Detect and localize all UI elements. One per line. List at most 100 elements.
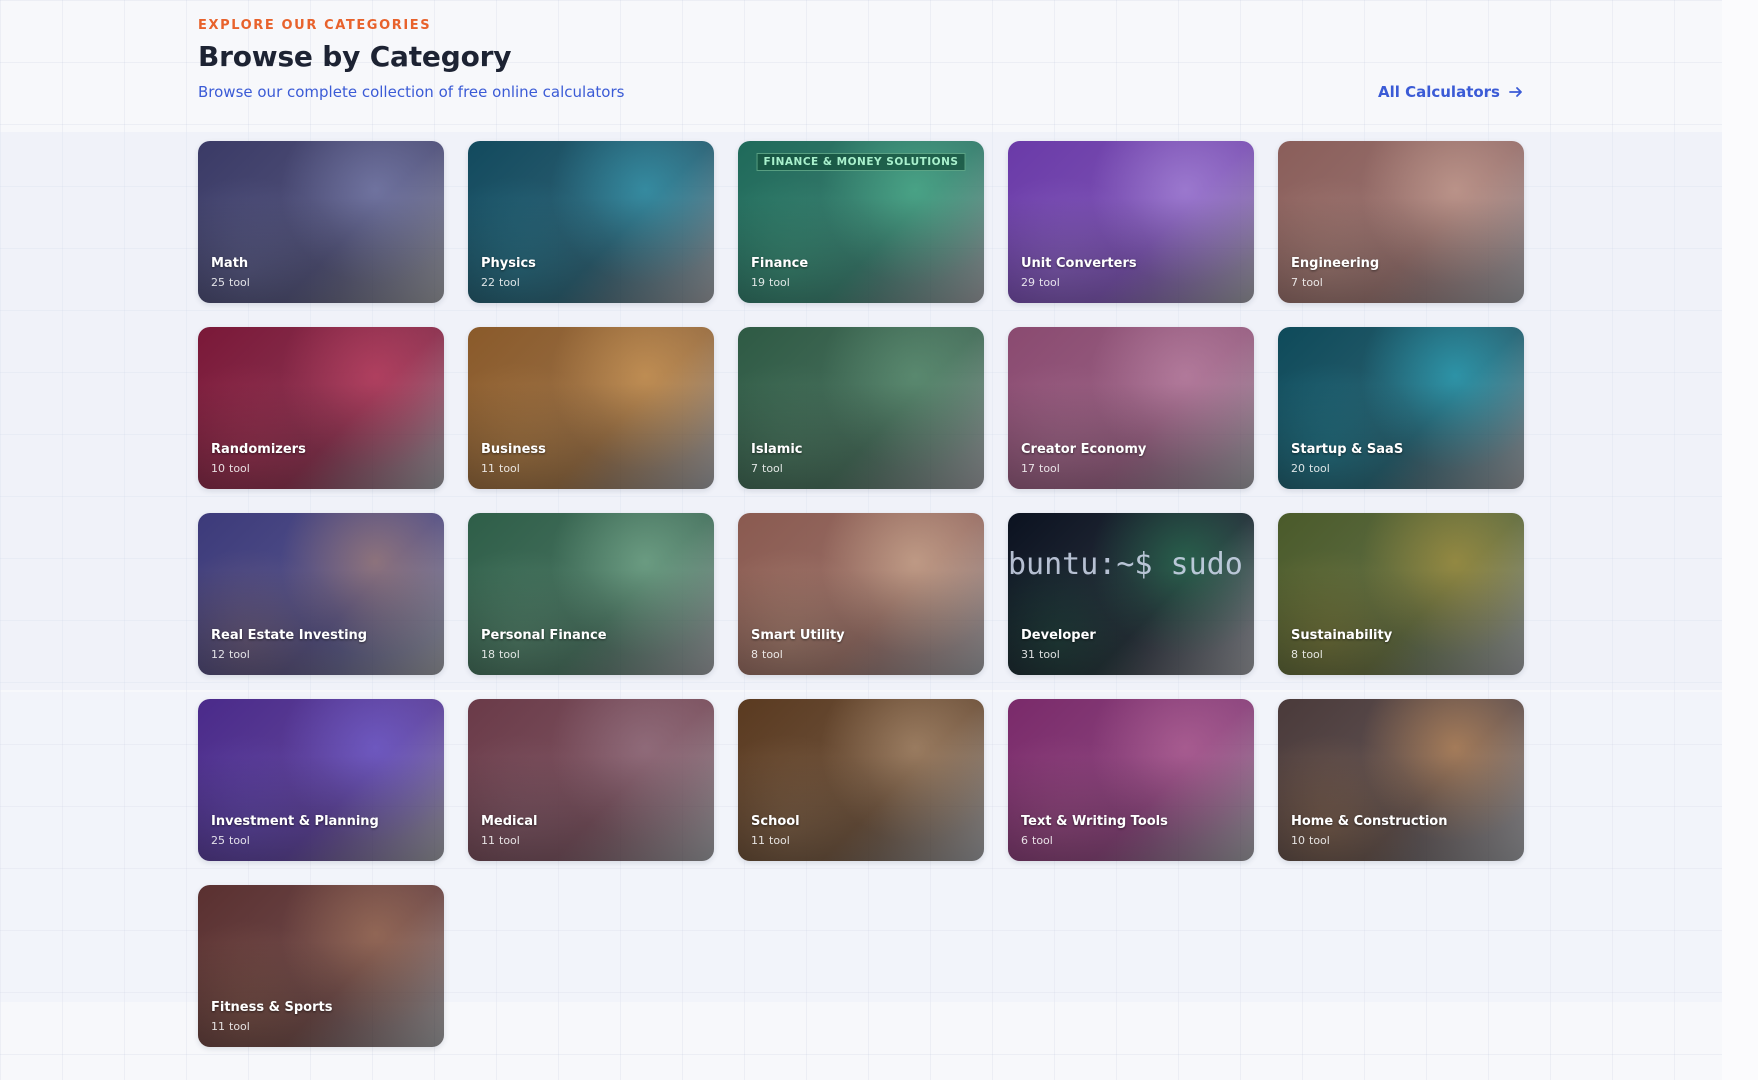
category-card-physics[interactable]: Physics 22 tool <box>468 141 714 303</box>
category-count: 7 tool <box>751 462 783 475</box>
tool-count-unit: tool <box>769 834 790 847</box>
category-name: Creator Economy <box>1021 442 1147 457</box>
tool-count-unit: tool <box>1039 462 1060 475</box>
category-card-sustainability[interactable]: Sustainability 8 tool <box>1278 513 1524 675</box>
category-card-personal-finance[interactable]: Personal Finance 18 tool <box>468 513 714 675</box>
category-name: Randomizers <box>211 442 306 457</box>
category-card-investment-planning[interactable]: Investment & Planning 25 tool <box>198 699 444 861</box>
tool-count-unit: tool <box>229 648 250 661</box>
category-name: Real Estate Investing <box>211 628 368 643</box>
tool-count-unit: tool <box>762 648 783 661</box>
tool-count-unit: tool <box>499 462 520 475</box>
tool-count-unit: tool <box>762 462 783 475</box>
tool-count-unit: tool <box>229 1020 250 1033</box>
category-name: Business <box>481 442 546 457</box>
category-name: Startup & SaaS <box>1291 442 1404 457</box>
arrow-right-icon <box>1509 87 1522 97</box>
tool-count-number: 18 <box>481 648 495 661</box>
tool-count-unit: tool <box>1302 648 1323 661</box>
category-card-real-estate-investing[interactable]: Real Estate Investing 12 tool <box>198 513 444 675</box>
tool-count-number: 20 <box>1291 462 1305 475</box>
category-card-islamic[interactable]: Islamic 7 tool <box>738 327 984 489</box>
category-name: Text & Writing Tools <box>1021 814 1168 829</box>
category-name: Developer <box>1021 628 1096 643</box>
tool-count-unit: tool <box>499 276 520 289</box>
category-name: Personal Finance <box>481 628 607 643</box>
category-card-business[interactable]: Business 11 tool <box>468 327 714 489</box>
category-count: 8 tool <box>1291 648 1323 661</box>
tool-count-number: 8 <box>751 648 758 661</box>
category-card-school[interactable]: School 11 tool <box>738 699 984 861</box>
category-name: Physics <box>481 256 536 271</box>
tool-count-number: 12 <box>211 648 225 661</box>
all-calculators-label: All Calculators <box>1377 83 1500 101</box>
tool-count-number: 10 <box>1291 834 1305 847</box>
category-count: 11 tool <box>481 462 520 475</box>
tool-count-number: 11 <box>481 462 495 475</box>
page-edge <box>1722 0 1758 1080</box>
category-card-finance[interactable]: FINANCE & MONEY SOLUTIONS Finance 19 too… <box>738 141 984 303</box>
category-name: Fitness & Sports <box>211 1000 333 1015</box>
category-count: 31 tool <box>1021 648 1060 661</box>
category-count: 25 tool <box>211 834 250 847</box>
category-name: Engineering <box>1291 256 1380 271</box>
category-count: 7 tool <box>1291 276 1323 289</box>
category-card-math[interactable]: Math 25 tool <box>198 141 444 303</box>
category-card-startup-saas[interactable]: Startup & SaaS 20 tool <box>1278 327 1524 489</box>
tool-count-number: 11 <box>481 834 495 847</box>
category-count: 19 tool <box>751 276 790 289</box>
tool-count-number: 6 <box>1021 834 1028 847</box>
category-card-creator-economy[interactable]: Creator Economy 17 tool <box>1008 327 1254 489</box>
tool-count-number: 22 <box>481 276 495 289</box>
tool-count-number: 7 <box>1291 276 1298 289</box>
category-name: Finance <box>751 256 809 271</box>
category-count: 10 tool <box>211 462 250 475</box>
category-count: 8 tool <box>751 648 783 661</box>
category-count: 18 tool <box>481 648 520 661</box>
tool-count-number: 7 <box>751 462 758 475</box>
section-title: Browse by Category <box>198 40 512 73</box>
category-name: Sustainability <box>1291 628 1393 643</box>
category-name: Math <box>211 256 249 271</box>
category-card-text-writing-tools[interactable]: Text & Writing Tools 6 tool <box>1008 699 1254 861</box>
category-card-smart-utility[interactable]: Smart Utility 8 tool <box>738 513 984 675</box>
category-name: Unit Converters <box>1021 256 1137 271</box>
category-count: 10 tool <box>1291 834 1330 847</box>
tool-count-number: 11 <box>211 1020 225 1033</box>
category-card-engineering[interactable]: Engineering 7 tool <box>1278 141 1524 303</box>
category-card-home-construction[interactable]: Home & Construction 10 tool <box>1278 699 1524 861</box>
section-subtitle: Browse our complete collection of free o… <box>198 83 625 101</box>
category-count: 11 tool <box>481 834 520 847</box>
category-count: 12 tool <box>211 648 250 661</box>
all-calculators-link[interactable]: All Calculators <box>1378 83 1524 101</box>
tool-count-unit: tool <box>499 834 520 847</box>
tool-count-number: 29 <box>1021 276 1035 289</box>
tool-count-unit: tool <box>499 648 520 661</box>
category-count: 6 tool <box>1021 834 1053 847</box>
tool-count-number: 25 <box>211 834 225 847</box>
category-card-randomizers[interactable]: Randomizers 10 tool <box>198 327 444 489</box>
section-eyebrow: EXPLORE OUR CATEGORIES <box>198 18 432 33</box>
category-name: School <box>751 814 800 829</box>
tool-count-unit: tool <box>769 276 790 289</box>
category-name: Smart Utility <box>751 628 845 643</box>
category-name: Medical <box>481 814 538 829</box>
tool-count-unit: tool <box>229 276 250 289</box>
category-card-medical[interactable]: Medical 11 tool <box>468 699 714 861</box>
tool-count-unit: tool <box>229 462 250 475</box>
tool-count-unit: tool <box>229 834 250 847</box>
tool-count-number: 17 <box>1021 462 1035 475</box>
tool-count-unit: tool <box>1309 462 1330 475</box>
category-count: 20 tool <box>1291 462 1330 475</box>
category-count: 25 tool <box>211 276 250 289</box>
tool-count-number: 31 <box>1021 648 1035 661</box>
category-card-unit-converters[interactable]: Unit Converters 29 tool <box>1008 141 1254 303</box>
category-card-fitness-sports[interactable]: Fitness & Sports 11 tool <box>198 885 444 1047</box>
category-name: Investment & Planning <box>211 814 379 829</box>
tool-count-number: 10 <box>211 462 225 475</box>
tool-count-number: 25 <box>211 276 225 289</box>
category-card-developer[interactable]: buntu:~$ sudo Developer 31 tool <box>1008 513 1254 675</box>
tool-count-unit: tool <box>1309 834 1330 847</box>
tool-count-number: 19 <box>751 276 765 289</box>
category-count: 11 tool <box>211 1020 250 1033</box>
